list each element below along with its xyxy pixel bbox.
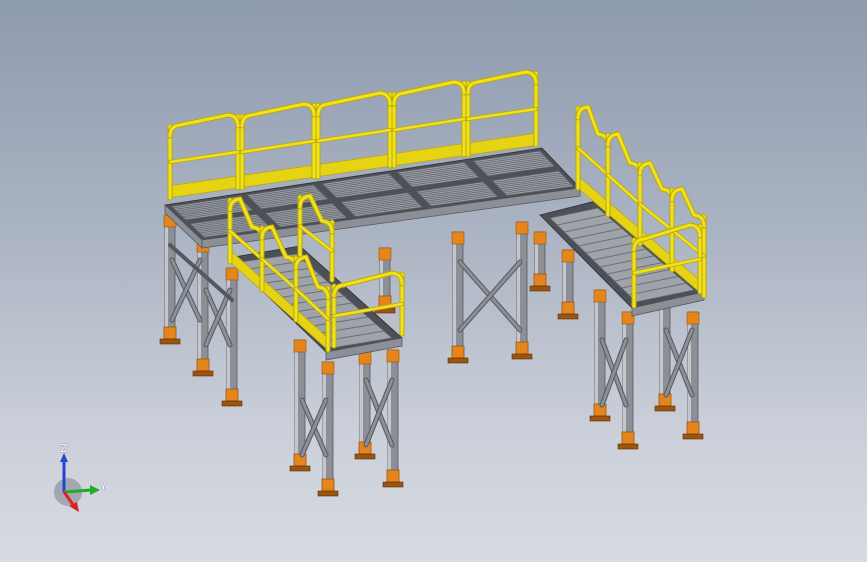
leg-9-cap [321,361,335,375]
leg-10-highlight [360,352,363,444]
coordinate-triad: Z Y [44,440,114,520]
back-railing-2-mid-rail-face [240,139,316,154]
leg-5-base-plate [447,357,469,364]
leg-6-foot [515,341,529,355]
leg-10-base-plate [354,453,376,460]
leg-12-base-plate [557,313,579,320]
leg-8-cap [293,339,307,353]
leg-9-base-plate [317,490,339,497]
back-railing-1-mid-rail-face [168,150,240,164]
right-railing-1-top-rail [575,104,611,148]
right-railing-2-mid-rail-face [606,173,642,206]
right-railing-4-top-rail [669,186,707,229]
leg-2-foot [196,358,210,372]
leg-16-base-plate [682,433,704,440]
leg-13-cap [593,289,607,303]
z-axis-label: Z [60,442,68,455]
leg-14-foot [621,431,635,445]
right-railing-2-top-rail [605,131,643,177]
y-axis-arrow [90,485,100,495]
leg-3-foot [225,388,239,402]
right-railing-3-mid-rail-face [638,202,674,232]
leg-7-base-plate [529,285,551,292]
leg-2-base-plate [192,370,214,377]
leg-8-highlight [295,340,298,456]
leg-14-highlight [623,312,626,434]
leg-16-cap [686,311,700,325]
leg-1-highlight [165,215,168,329]
leg-15-base-plate [654,405,676,412]
back-railing-3-mid-rail-face [316,128,392,143]
leg-13-highlight [595,290,598,406]
leg-3-highlight [227,268,230,391]
leg-5-highlight [453,232,456,348]
leg-5-cap [451,231,465,245]
leg-11-base-plate [382,481,404,488]
leg-7-cap [533,231,547,245]
leg-3-cap [225,267,239,281]
leg-7-foot [533,273,547,287]
graphics-viewport[interactable]: Z Y [0,0,867,562]
leg-8-base-plate [289,465,311,472]
leg-11-foot [386,469,400,483]
y-axis [63,488,93,494]
leg-6-cap [515,221,529,235]
leg-6-base-plate [511,353,533,360]
platform-model[interactable] [0,0,867,562]
right-railing-3-top-rail [637,160,675,203]
leg-4-cap [378,247,392,261]
leg-12-cap [561,249,575,263]
leg-11-highlight [388,350,391,472]
leg-13-base-plate [589,415,611,422]
leg-3-base-plate [221,400,243,407]
leg-14-base-plate [617,443,639,450]
leg-12-foot [561,301,575,315]
back-railing-5-mid-rail-face [466,107,538,121]
leg-16-foot [686,421,700,435]
right-railing-1-mid-rail-face [576,146,610,177]
leg-9-highlight [323,362,326,481]
back-railing-4-mid-rail-face [392,117,466,132]
y-axis-label: Y [100,480,107,493]
leg-5-foot [451,345,465,359]
leg-1-foot [163,326,177,340]
leg-9-foot [321,478,335,492]
leg-11-cap [386,349,400,363]
leg-1-base-plate [159,338,181,345]
